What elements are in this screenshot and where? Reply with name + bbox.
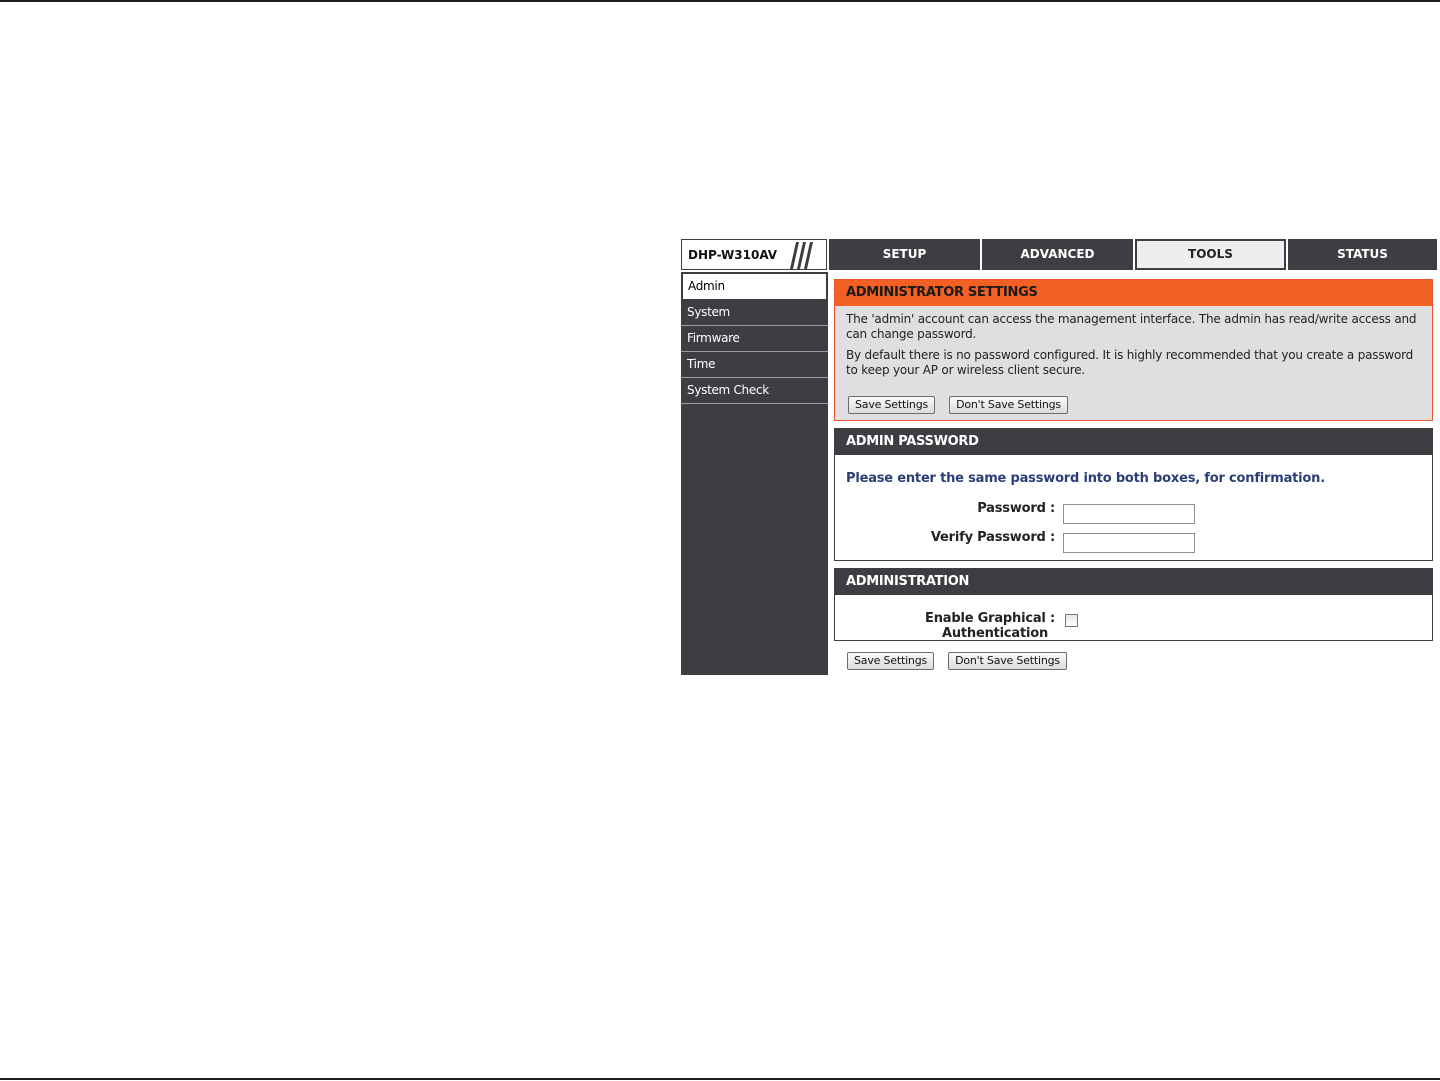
top-rule <box>0 0 1440 2</box>
password-label: Password : <box>977 501 1055 516</box>
slash-logo-icon <box>790 242 813 269</box>
admin-password-panel: ADMIN PASSWORD Please enter the same pas… <box>834 428 1433 561</box>
password-instructions: Please enter the same password into both… <box>846 471 1325 486</box>
password-recommendation-paragraph: By default there is no password configur… <box>846 348 1414 377</box>
sidebar-item-admin[interactable]: Admin <box>681 272 828 300</box>
sidebar-item-time[interactable]: Time <box>681 352 828 378</box>
model-banner: DHP-W310AV <box>681 239 827 270</box>
administrator-settings-description: The 'admin' account can access the manag… <box>835 312 1432 378</box>
verify-password-label: Verify Password : <box>930 530 1055 545</box>
sidebar-item-system-check[interactable]: System Check <box>681 378 828 404</box>
save-settings-button-bottom[interactable]: Save Settings <box>847 652 935 670</box>
dont-save-settings-button[interactable]: Don't Save Settings <box>949 396 1068 414</box>
save-settings-button[interactable]: Save Settings <box>848 396 936 414</box>
dont-save-settings-button-bottom[interactable]: Don't Save Settings <box>948 652 1067 670</box>
graphical-authentication-label: Enable Graphical : Authentication <box>895 611 1055 641</box>
tab-status[interactable]: STATUS <box>1288 239 1437 270</box>
tab-advanced[interactable]: ADVANCED <box>982 239 1133 270</box>
administrator-settings-panel: ADMINISTRATOR SETTINGS The 'admin' accou… <box>834 279 1433 421</box>
bottom-rule <box>0 1078 1440 1080</box>
admin-info-paragraph: The 'admin' account can access the manag… <box>846 312 1417 341</box>
sidebar-item-system[interactable]: System <box>681 300 828 326</box>
sidebar-item-firmware[interactable]: Firmware <box>681 326 828 352</box>
sidebar: Admin System Firmware Time System Check <box>681 272 828 675</box>
administration-panel: ADMINISTRATION Enable Graphical : Authen… <box>834 568 1433 641</box>
model-name: DHP-W310AV <box>688 248 778 262</box>
administrator-settings-title: ADMINISTRATOR SETTINGS <box>835 280 1432 306</box>
bottom-button-row: Save Settings Don't Save Settings <box>847 649 1076 670</box>
verify-password-input[interactable] <box>1063 533 1195 553</box>
top-button-row: Save Settings Don't Save Settings <box>848 393 1077 414</box>
graphical-authentication-label-line1: Enable Graphical : <box>925 611 1055 626</box>
administration-title: ADMINISTRATION <box>835 569 1432 595</box>
admin-password-title: ADMIN PASSWORD <box>835 429 1432 455</box>
router-admin-ui: DHP-W310AV SETUP ADVANCED TOOLS STATUS A… <box>681 239 1437 675</box>
graphical-authentication-label-line2: Authentication <box>941 626 1049 641</box>
graphical-authentication-checkbox[interactable] <box>1065 614 1078 627</box>
password-input[interactable] <box>1063 504 1195 524</box>
tab-tools[interactable]: TOOLS <box>1135 239 1286 270</box>
tab-setup[interactable]: SETUP <box>829 239 980 270</box>
